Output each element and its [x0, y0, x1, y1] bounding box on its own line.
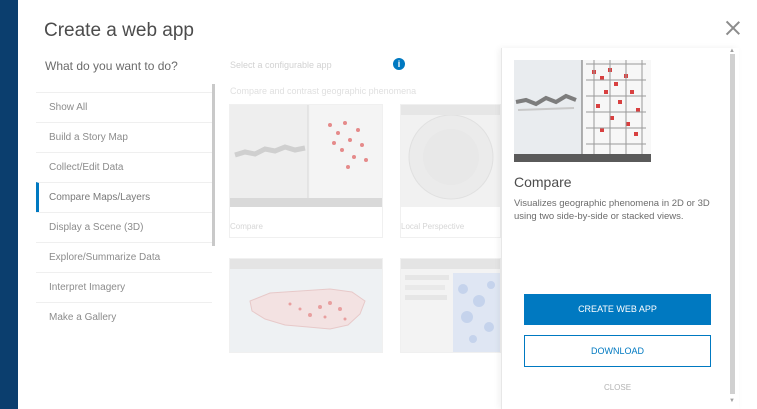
create-web-app-button[interactable]: CREATE WEB APP — [524, 294, 711, 325]
category-nav: Show All Build a Story Map Collect/Edit … — [36, 92, 212, 332]
compare-thumbnail — [230, 105, 382, 207]
question-label: What do you want to do? — [45, 59, 178, 73]
imagery-thumbnail — [401, 259, 500, 352]
scroll-down-arrow-icon[interactable]: ▼ — [729, 398, 736, 404]
nav-item-make-gallery[interactable]: Make a Gallery — [36, 302, 212, 332]
detail-description: Visualizes geographic phenomena in 2D or… — [514, 198, 710, 222]
dialog-title: Create a web app — [44, 20, 194, 41]
nav-item-compare-maps-layers[interactable]: Compare Maps/Layers — [36, 182, 212, 212]
tile-label-local-perspective: Local Perspective — [401, 222, 465, 231]
tile-label-compare: Compare — [230, 222, 263, 231]
detail-scrollbar[interactable] — [730, 54, 735, 394]
app-tile-4[interactable] — [400, 258, 501, 353]
app-tile-3[interactable] — [229, 258, 383, 353]
nav-item-explore-summarize-data[interactable]: Explore/Summarize Data — [36, 242, 212, 272]
nav-item-build-story-map[interactable]: Build a Story Map — [36, 122, 212, 152]
app-tile-compare[interactable]: Compare — [229, 104, 383, 238]
nav-scrollbar[interactable] — [212, 84, 215, 246]
info-icon[interactable]: i — [393, 58, 405, 70]
app-tile-local-perspective[interactable]: Local Perspective — [400, 104, 501, 238]
nav-item-collect-edit-data[interactable]: Collect/Edit Data — [36, 152, 212, 182]
detail-thumbnail — [514, 60, 651, 162]
nav-item-interpret-imagery[interactable]: Interpret Imagery — [36, 272, 212, 302]
detail-title: Compare — [514, 174, 572, 190]
gallery-header: Select a configurable app — [230, 60, 332, 70]
app-detail-panel: Compare Visualizes geographic phenomena … — [501, 48, 739, 409]
download-button[interactable]: DOWNLOAD — [524, 335, 711, 367]
local-perspective-thumbnail — [401, 105, 500, 207]
nav-item-display-scene[interactable]: Display a Scene (3D) — [36, 212, 212, 242]
close-button[interactable]: CLOSE — [524, 380, 711, 396]
nav-item-show-all[interactable]: Show All — [36, 92, 212, 122]
gallery-subheader: Compare and contrast geographic phenomen… — [230, 86, 417, 96]
us-map-thumbnail — [230, 259, 382, 352]
create-web-app-dialog: Create a web app What do you want to do?… — [18, 0, 757, 409]
close-icon[interactable] — [723, 18, 743, 38]
